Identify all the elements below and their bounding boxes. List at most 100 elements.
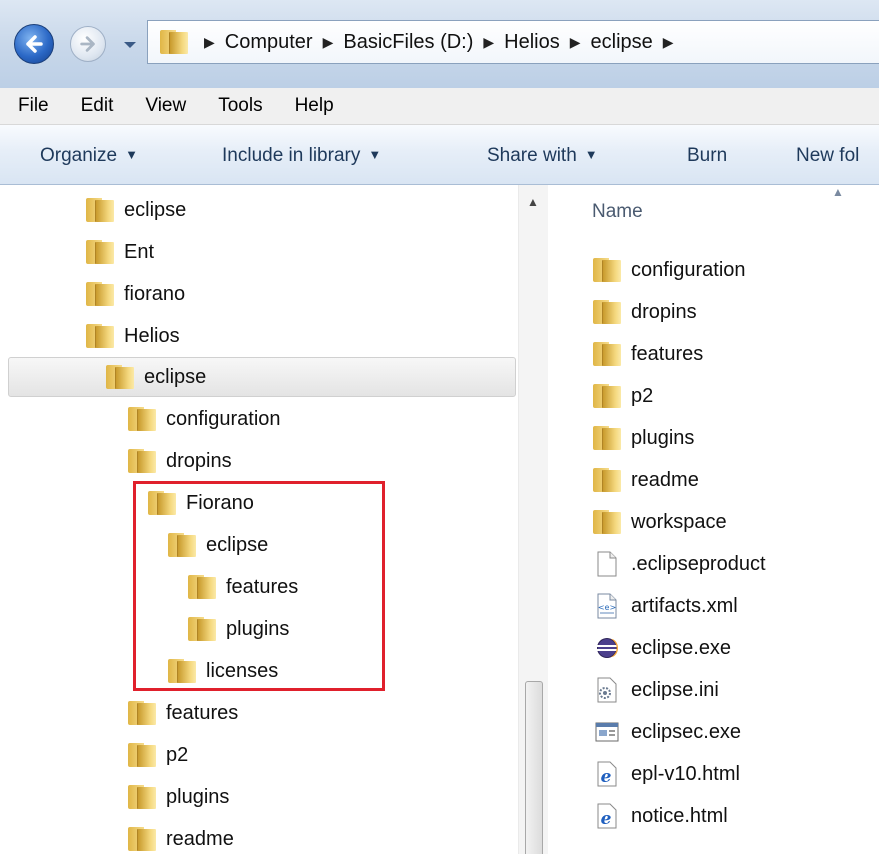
file-item-eclipsec-exe[interactable]: eclipsec.exe: [593, 714, 741, 750]
command-bar: Organize ▼ Include in library ▼ Share with…: [0, 125, 879, 185]
folder-icon: [86, 282, 114, 306]
tree-item-label: readme: [166, 827, 234, 850]
file-item-notice-html[interactable]: e notice.html: [593, 798, 728, 834]
scroll-thumb[interactable]: [525, 681, 543, 854]
burn-button[interactable]: Burn: [687, 145, 727, 167]
file-name: epl-v10.html: [631, 762, 740, 785]
tree-item-configuration[interactable]: configuration: [128, 400, 281, 438]
file-item-features[interactable]: features: [593, 336, 703, 372]
tree-item-eclipse[interactable]: eclipse: [86, 191, 186, 229]
file-item-readme[interactable]: readme: [593, 462, 699, 498]
breadcrumb-separator-icon[interactable]: ▶: [483, 34, 494, 51]
tree-item-fiorano[interactable]: fiorano: [86, 275, 185, 313]
file-item-workspace[interactable]: workspace: [593, 504, 727, 540]
address-bar: ▶ Computer ▶ BasicFiles (D:) ▶ Helios ▶ …: [0, 0, 879, 88]
nav-scrollbar[interactable]: ▲: [518, 185, 548, 854]
breadcrumb-computer[interactable]: Computer: [225, 31, 313, 54]
breadcrumb-separator-icon[interactable]: ▶: [663, 34, 674, 51]
tree-item-label: eclipse: [124, 198, 187, 221]
folder-icon: [86, 198, 114, 222]
folder-icon: [128, 407, 156, 431]
console-app-icon: [593, 718, 621, 746]
file-item-eclipse-ini[interactable]: eclipse.ini: [593, 672, 719, 708]
menu-file[interactable]: File: [0, 95, 65, 117]
chevron-down-icon: ▼: [368, 147, 382, 162]
menu-help[interactable]: Help: [279, 95, 350, 117]
file-item-artifacts-xml[interactable]: <e> artifacts.xml: [593, 588, 738, 624]
column-header-name[interactable]: Name: [592, 201, 643, 223]
share-with-button[interactable]: Share with ▼: [487, 145, 598, 167]
tree-item-features[interactable]: features: [128, 694, 238, 732]
tree-item-label: Helios: [124, 324, 180, 347]
breadcrumb-separator-icon[interactable]: ▶: [323, 34, 334, 51]
file-item-dropins[interactable]: dropins: [593, 294, 697, 330]
file-item-p2[interactable]: p2: [593, 378, 653, 414]
folder-icon: [593, 300, 621, 324]
breadcrumb-drive[interactable]: BasicFiles (D:): [343, 31, 473, 54]
recent-pages-dropdown[interactable]: [123, 38, 137, 52]
folder-icon: [128, 449, 156, 473]
file-name: eclipse.exe: [631, 636, 732, 659]
organize-label: Organize: [40, 145, 118, 166]
file-name: .eclipseproduct: [631, 552, 766, 575]
tree-item-ent[interactable]: Ent: [86, 233, 154, 271]
file-item-epl-v10-html[interactable]: e epl-v10.html: [593, 756, 740, 792]
breadcrumb-separator-icon[interactable]: ▶: [570, 34, 581, 51]
address-path-box[interactable]: ▶ Computer ▶ BasicFiles (D:) ▶ Helios ▶ …: [147, 20, 879, 64]
breadcrumb-helios[interactable]: Helios: [504, 31, 560, 54]
eclipse-app-icon: [593, 634, 621, 662]
menu-tools[interactable]: Tools: [202, 95, 278, 117]
tree-item-label: configuration: [166, 407, 281, 430]
folder-icon: [593, 510, 621, 534]
file-list-pane: ▲ Name configuration dropins features p2…: [549, 185, 879, 854]
tree-item-dropins[interactable]: dropins: [128, 442, 232, 480]
svg-text:e: e: [601, 809, 612, 829]
file-name: readme: [631, 468, 699, 491]
file-item-configuration[interactable]: configuration: [593, 252, 746, 288]
tree-item-readme[interactable]: readme: [128, 820, 234, 854]
file-name: plugins: [631, 426, 695, 449]
chevron-down-icon: ▼: [584, 147, 598, 162]
back-button[interactable]: [14, 24, 54, 64]
chevron-down-icon: [124, 42, 136, 48]
breadcrumb-eclipse[interactable]: eclipse: [591, 31, 653, 54]
selected-item-highlight: [8, 357, 516, 397]
forward-button[interactable]: [70, 26, 106, 62]
folder-icon: [593, 426, 621, 450]
include-in-library-button[interactable]: Include in library ▼: [222, 145, 381, 167]
tree-item-label: features: [166, 701, 239, 724]
file-item-eclipse-exe[interactable]: eclipse.exe: [593, 630, 731, 666]
menu-edit[interactable]: Edit: [65, 95, 130, 117]
file-name: workspace: [631, 510, 727, 533]
folder-icon: [128, 743, 156, 767]
new-folder-button[interactable]: New fol: [796, 145, 859, 167]
folder-icon: [106, 365, 134, 389]
svg-text:e: e: [601, 767, 612, 787]
file-name: p2: [631, 384, 654, 407]
tree-item-plugins[interactable]: plugins: [128, 778, 229, 816]
blank-file-icon: [593, 550, 621, 578]
organize-button[interactable]: Organize ▼: [40, 145, 138, 167]
breadcrumb-separator-icon[interactable]: ▶: [204, 34, 215, 51]
folder-icon: [160, 30, 188, 54]
tree-item-label: fiorano: [124, 282, 186, 305]
navigation-pane: eclipse Ent fiorano Helios eclipse confi…: [0, 185, 548, 854]
forward-arrow-icon: [80, 36, 95, 52]
tree-item-p2[interactable]: p2: [128, 736, 188, 774]
file-name: eclipse.ini: [631, 678, 719, 701]
file-name: eclipsec.exe: [631, 720, 742, 743]
ie-html-icon: e: [593, 802, 621, 830]
file-item-eclipseproduct[interactable]: .eclipseproduct: [593, 546, 766, 582]
tree-item-eclipse-selected[interactable]: eclipse: [106, 358, 206, 396]
tree-item-helios[interactable]: Helios: [86, 317, 180, 355]
sort-ascending-icon: ▲: [832, 185, 844, 199]
folder-icon: [128, 701, 156, 725]
share-with-label: Share with: [487, 145, 577, 166]
file-name: configuration: [631, 258, 746, 281]
scroll-up-arrow-icon[interactable]: ▲: [527, 195, 539, 209]
folder-icon: [86, 240, 114, 264]
ie-html-icon: e: [593, 760, 621, 788]
menu-view[interactable]: View: [129, 95, 202, 117]
file-item-plugins[interactable]: plugins: [593, 420, 694, 456]
file-name: notice.html: [631, 804, 728, 827]
